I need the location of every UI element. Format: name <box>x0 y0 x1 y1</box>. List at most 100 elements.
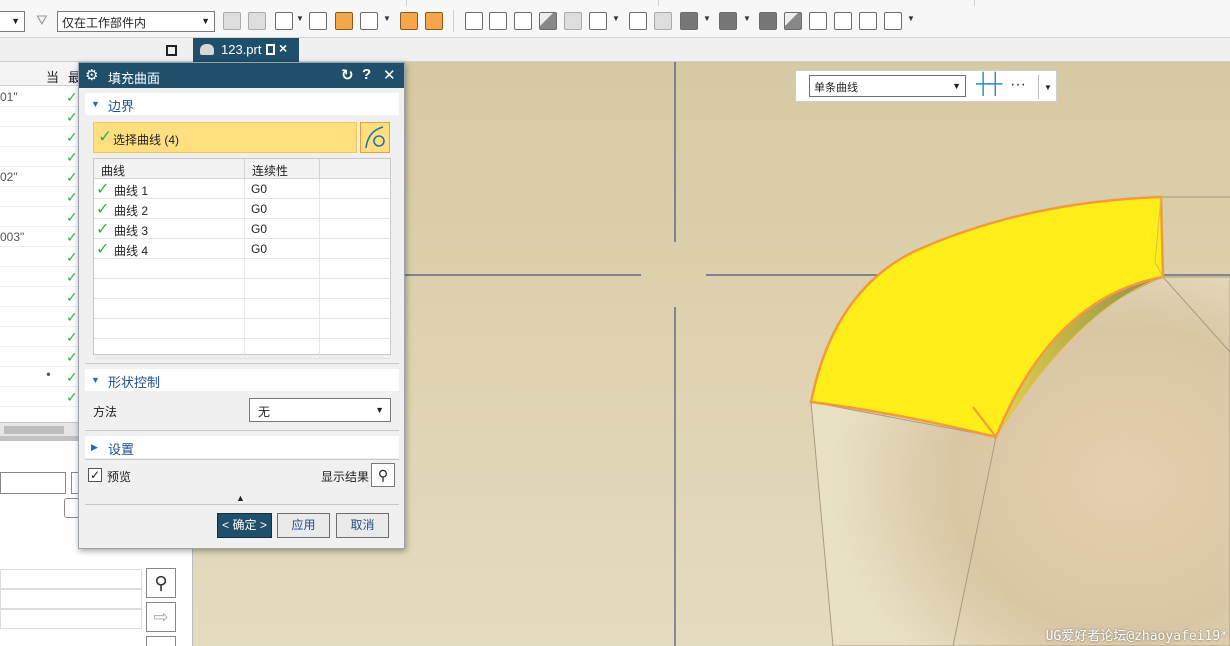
navigator-row[interactable]: ✓ <box>0 267 82 287</box>
navigator-row[interactable]: ✓ <box>0 207 82 227</box>
continuity-cell[interactable]: G0 <box>245 239 320 259</box>
preview-list-row <box>0 569 142 589</box>
display-icon[interactable] <box>884 12 902 30</box>
navigator-row[interactable]: ✓ <box>0 387 82 407</box>
search-icon[interactable]: ⚲ <box>146 568 176 598</box>
close-icon[interactable]: ✕ <box>383 66 396 84</box>
wireframe-icon[interactable] <box>564 12 582 30</box>
assembly-icon[interactable] <box>248 12 266 30</box>
scrollbar-thumb[interactable] <box>4 426 64 434</box>
continuity-cell[interactable]: G0 <box>245 179 320 199</box>
help-icon[interactable]: ? <box>362 66 371 83</box>
arrow-up-icon[interactable] <box>146 636 176 646</box>
cube-hidden-icon[interactable] <box>834 12 852 30</box>
box-icon[interactable] <box>335 12 353 30</box>
maximize-icon[interactable] <box>166 45 177 56</box>
table-row-empty <box>94 339 390 359</box>
navigator-row[interactable]: ✓ <box>0 307 82 327</box>
chevron-down-icon[interactable]: ▼ <box>612 14 620 23</box>
table-row[interactable]: ✓ 曲线 4 G0 <box>94 239 390 259</box>
check-icon: ✓ <box>96 221 110 238</box>
table-row[interactable]: ✓ 曲线 1 G0 <box>94 179 390 199</box>
cube-transparent-icon[interactable] <box>859 12 877 30</box>
arrow-right-icon[interactable]: ⇨ <box>146 602 176 632</box>
table-row[interactable]: ✓ 曲线 2 G0 <box>94 199 390 219</box>
chevron-down-icon[interactable]: ▼ <box>296 14 304 23</box>
reset-icon[interactable]: ↻ <box>341 66 354 84</box>
curve-cell: ✓ 曲线 4 <box>94 239 245 259</box>
continuity-cell[interactable]: G0 <box>245 219 320 239</box>
scope-filter-dropdown[interactable]: 仅在工作部件内 ▼ <box>57 11 215 32</box>
navigator-row[interactable]: ✓ <box>0 347 82 367</box>
navigator-row[interactable]: 02" ✓ <box>0 167 82 187</box>
part-file-icon <box>200 44 214 55</box>
filter-icon[interactable]: ⛛ <box>36 12 48 29</box>
horizontal-scrollbar[interactable] <box>0 422 82 436</box>
tab-123-prt[interactable]: 123.prt × <box>193 38 299 62</box>
layer-icon[interactable] <box>275 12 293 30</box>
navigator-row[interactable]: ✓ <box>0 127 82 147</box>
toolbar-divider <box>453 10 454 32</box>
column-header-curve[interactable]: 曲线 <box>94 159 245 179</box>
zoom-box-icon[interactable] <box>629 12 647 30</box>
navigator-row[interactable]: ✓ <box>0 327 82 347</box>
save-icon[interactable] <box>266 44 275 55</box>
navigator-row[interactable]: 01" ✓ <box>0 87 82 107</box>
method-dropdown[interactable]: 无 ▼ <box>249 398 391 422</box>
dialog-title-bar[interactable]: ⚙ 填充曲面 ↻ ? ✕ <box>79 63 404 88</box>
curve-rule-dropdown[interactable]: 单条曲线 ▼ <box>809 75 966 97</box>
view-ortho-icon[interactable] <box>425 12 443 30</box>
point-icon[interactable] <box>360 12 378 30</box>
select-curve-row[interactable]: ✓ 选择曲线 (4) <box>93 122 357 153</box>
chevron-down-icon[interactable]: ▼ <box>1044 83 1052 92</box>
more-options-button[interactable]: ··· <box>1010 76 1026 94</box>
navigator-row[interactable]: ✓ <box>0 247 82 267</box>
navigator-row[interactable]: ✓ <box>0 187 82 207</box>
extra-cell <box>320 239 390 259</box>
type-filter-dropdown[interactable]: ▼ <box>0 11 25 32</box>
column-header-continuity[interactable]: 连续性 <box>245 159 320 179</box>
rotate-icon[interactable] <box>465 12 483 30</box>
render-icon[interactable] <box>680 12 698 30</box>
magnifier-icon: ⚲ <box>377 467 389 483</box>
section-shape-control-header[interactable]: ▼ 形状控制 <box>85 369 399 391</box>
stop-at-intersection-icon[interactable]: ┼┼ <box>976 73 1002 96</box>
cube-edge-icon[interactable] <box>784 12 802 30</box>
navigator-row[interactable]: ✓ <box>0 147 82 167</box>
show-result-button[interactable]: ⚲ <box>371 463 395 487</box>
grid-icon[interactable] <box>654 12 672 30</box>
chevron-down-icon[interactable]: ▼ <box>907 14 915 23</box>
chevron-down-icon[interactable]: ▼ <box>383 14 391 23</box>
chevron-down-icon[interactable]: ▼ <box>743 14 751 23</box>
shaded-icon[interactable] <box>539 12 557 30</box>
refresh-view-icon[interactable] <box>514 12 532 30</box>
cancel-button[interactable]: 取消 <box>336 513 389 538</box>
view-fit-icon[interactable] <box>400 12 418 30</box>
table-row[interactable]: ✓ 曲线 3 G0 <box>94 219 390 239</box>
navigator-row-label: 003" <box>0 230 25 244</box>
navigator-row[interactable]: ꔷ ✓ <box>0 367 82 387</box>
section-boundary-header[interactable]: ▼ 边界 <box>85 93 399 115</box>
navigator-row[interactable]: ✓ <box>0 287 82 307</box>
ok-button[interactable]: < 确定 > <box>217 513 272 538</box>
continuity-cell[interactable]: G0 <box>245 199 320 219</box>
navigator-row[interactable]: 003" ✓ <box>0 227 82 247</box>
navigator-row[interactable]: ✓ <box>0 107 82 127</box>
solid-cube-icon[interactable] <box>719 12 737 30</box>
section-settings-header[interactable]: ▶ 设置 <box>85 436 399 458</box>
snap-icon[interactable] <box>309 12 327 30</box>
cube-dark-icon[interactable] <box>759 12 777 30</box>
chevron-down-icon[interactable]: ▼ <box>703 14 711 23</box>
curve-select-button[interactable] <box>360 122 390 153</box>
zoom-icon[interactable] <box>589 12 607 30</box>
details-field[interactable] <box>0 472 66 494</box>
preview-checkbox[interactable]: ✓ <box>88 468 102 482</box>
column-current[interactable]: 当 <box>46 67 59 86</box>
pane-splitter[interactable] <box>0 436 82 441</box>
pan-icon[interactable] <box>489 12 507 30</box>
part-icon[interactable] <box>223 12 241 30</box>
collapse-dialog-icon[interactable]: ▲ <box>236 493 245 503</box>
close-icon[interactable]: × <box>279 40 287 56</box>
cube-outline-icon[interactable] <box>809 12 827 30</box>
apply-button[interactable]: 应用 <box>277 513 330 538</box>
